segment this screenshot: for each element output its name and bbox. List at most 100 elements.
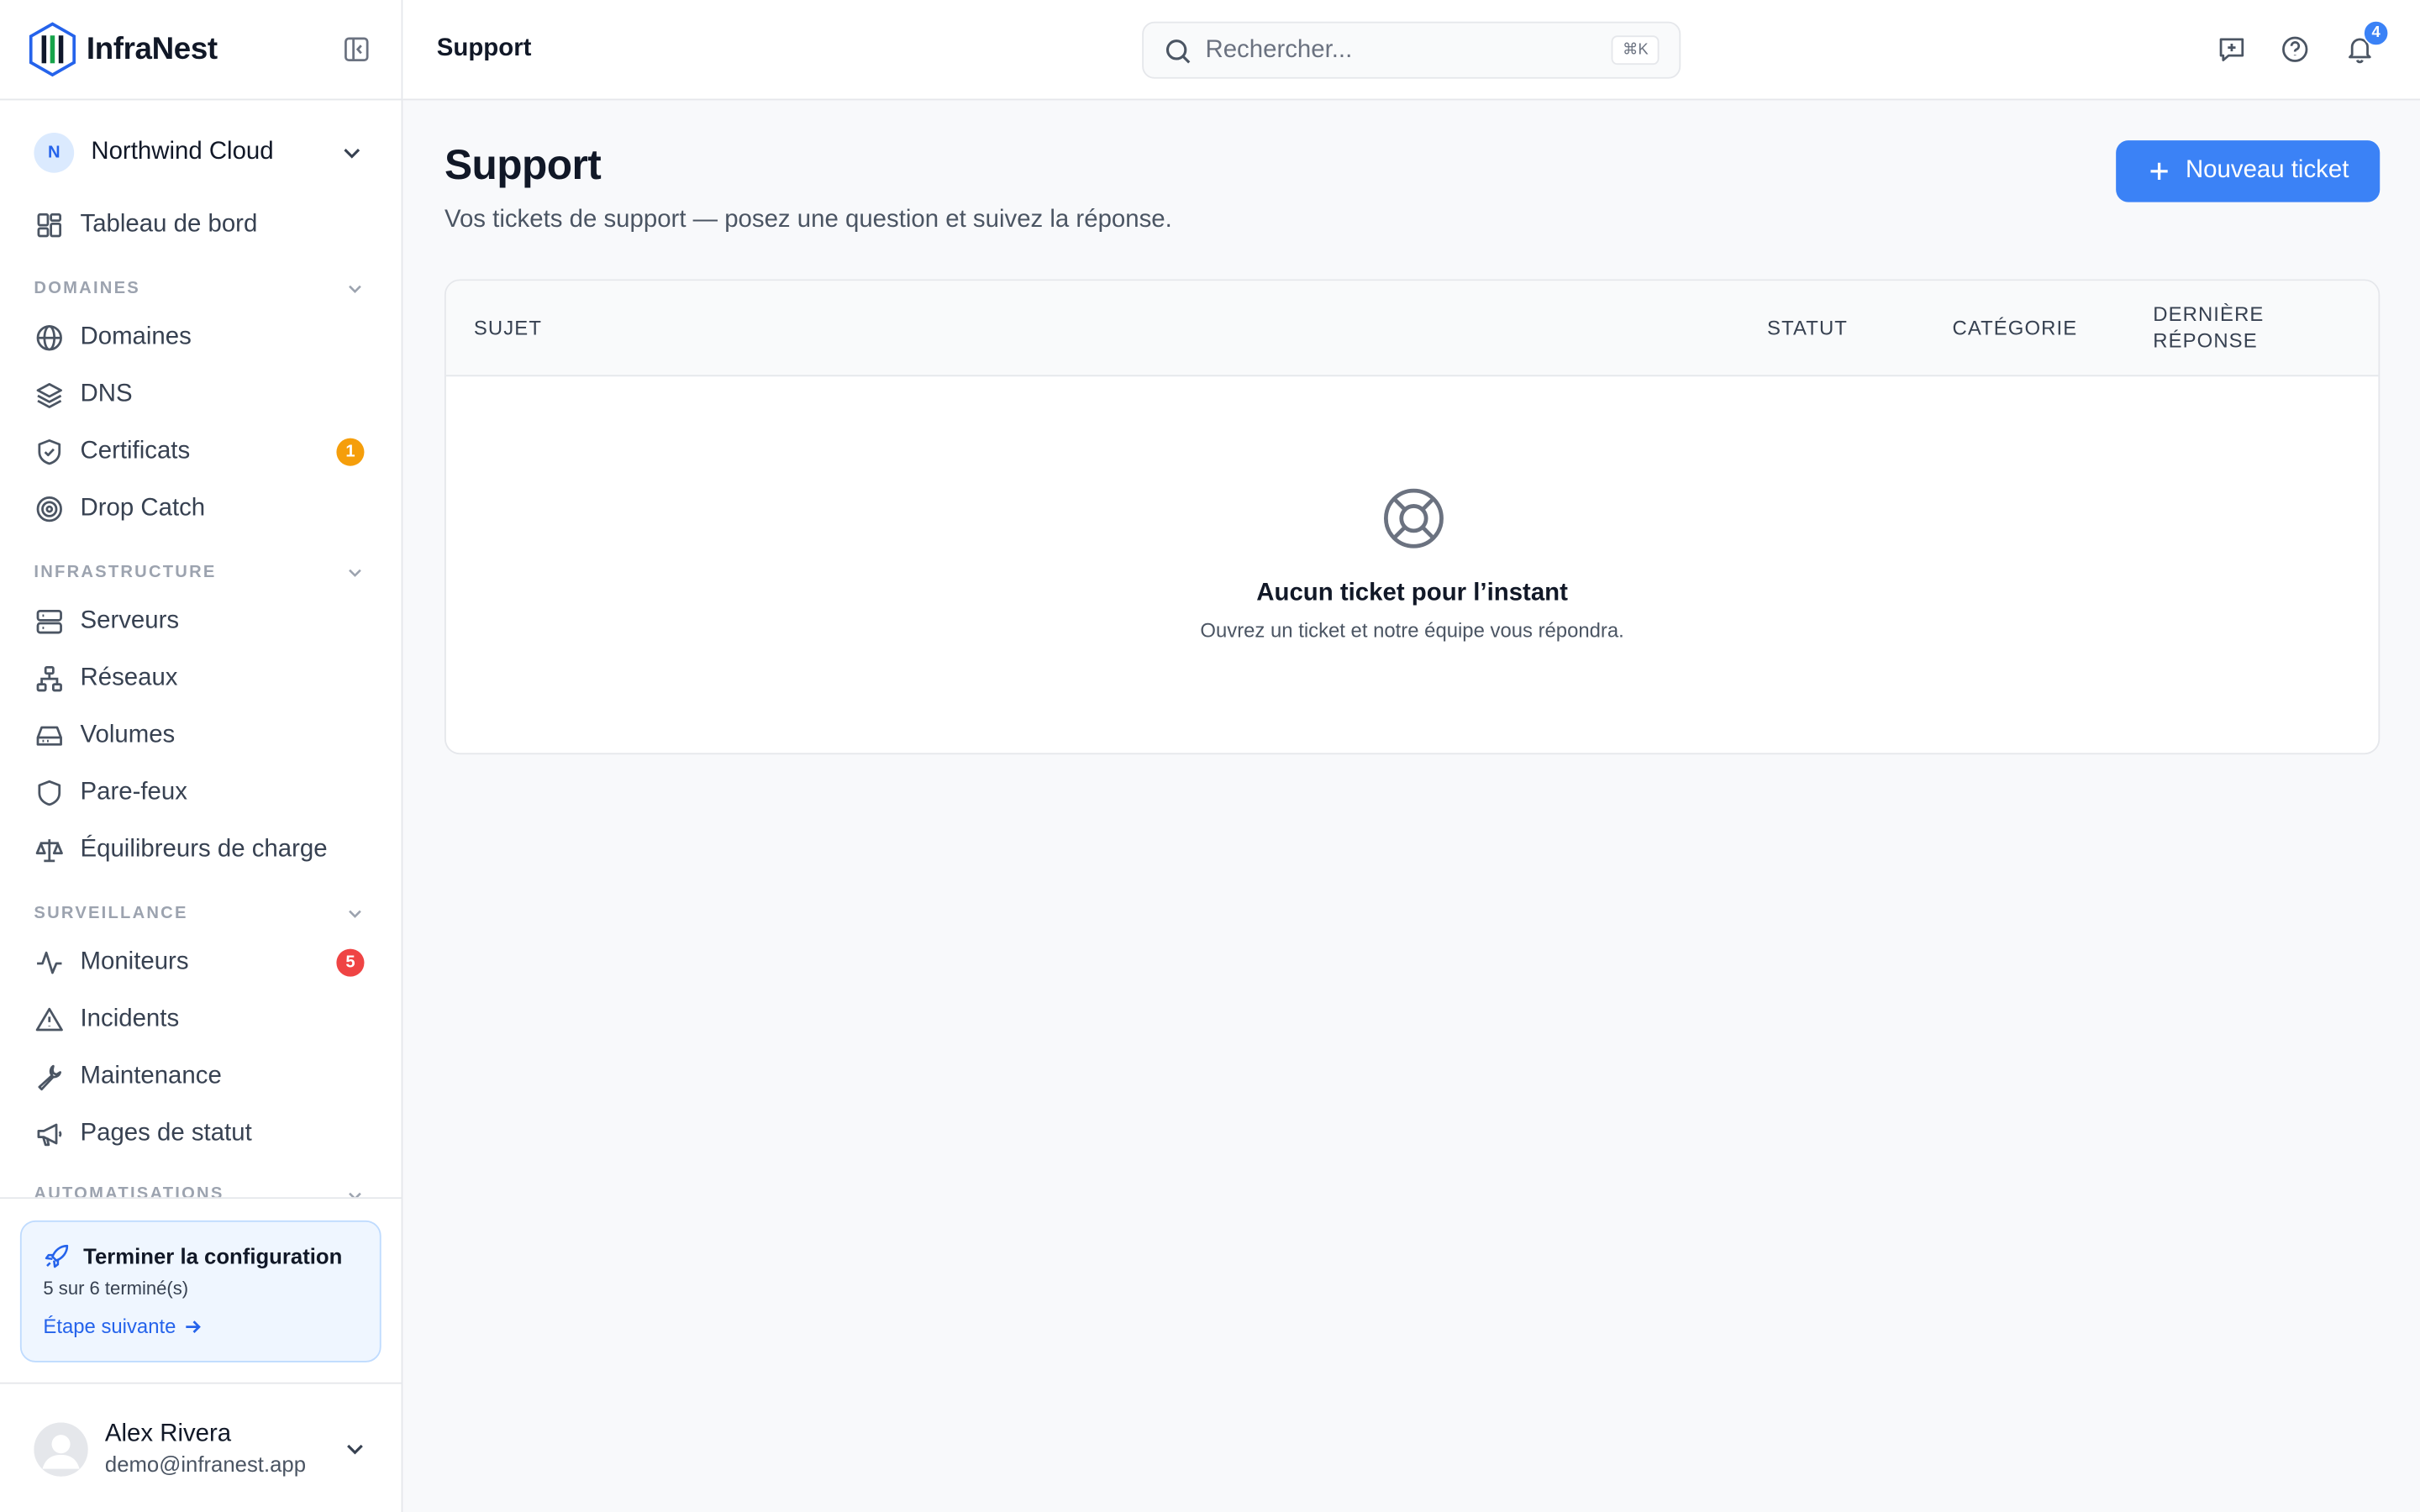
next-step-link[interactable]: Étape suivante <box>43 1314 203 1338</box>
sidebar-item-label: Certificats <box>80 438 191 465</box>
chevron-down-icon <box>349 569 361 577</box>
sidebar-item-label: Réseaux <box>80 664 178 691</box>
sidebar-item-dns[interactable]: DNS <box>34 375 367 415</box>
user-email: demo@infranest.app <box>104 1452 307 1477</box>
tickets-table: SUJET STATUT CATÉGORIE DERNIÈRE RÉPONSE … <box>444 279 2381 755</box>
server-icon <box>36 609 62 634</box>
sidebar-item-label: Équilibreurs de charge <box>80 836 328 863</box>
help-circle-icon[interactable] <box>2280 34 2311 65</box>
column-header-status[interactable]: STATUT <box>1767 315 1848 341</box>
section-domains[interactable]: DOMAINES <box>34 276 367 301</box>
hard-drive-icon <box>36 726 62 746</box>
sidebar-item-label: Drop Catch <box>80 495 206 522</box>
warning-triangle-icon <box>35 1007 63 1032</box>
sidebar-item-label: Tableau de bord <box>80 211 258 238</box>
certificates-count-badge: 1 <box>336 438 365 466</box>
sidebar-item-maintenance[interactable]: Maintenance <box>34 1057 367 1097</box>
column-header-last-reply[interactable]: DERNIÈRE RÉPONSE <box>2153 301 2264 353</box>
dashboard-grid-icon <box>37 213 62 238</box>
sidebar-item-dashboard[interactable]: Tableau de bord <box>34 205 367 245</box>
network-icon <box>36 666 62 692</box>
sidebar-item-drop-catch[interactable]: Drop Catch <box>34 489 367 529</box>
section-monitoring[interactable]: SURVEILLANCE <box>34 901 367 926</box>
sidebar-item-label: DNS <box>80 381 133 407</box>
search-input[interactable] <box>1205 34 1591 68</box>
app-name: InfraNest <box>86 31 218 66</box>
sidebar-item-servers[interactable]: Serveurs <box>34 601 367 642</box>
sidebar-item-label: Volumes <box>80 722 176 748</box>
notification-count-badge: 4 <box>2363 19 2390 47</box>
sidebar-item-load-balancers[interactable]: Équilibreurs de charge <box>34 830 367 870</box>
sidebar-item-networks[interactable]: Réseaux <box>34 659 367 699</box>
arrow-right-icon <box>186 1320 201 1333</box>
column-header-last-reply-line2: RÉPONSE <box>2153 328 2258 352</box>
new-ticket-button[interactable]: Nouveau ticket <box>2116 140 2381 202</box>
megaphone-icon <box>37 1123 62 1147</box>
section-title: SURVEILLANCE <box>34 904 188 923</box>
chevron-down-icon <box>349 910 361 918</box>
sidebar-item-monitors[interactable]: Moniteurs 5 <box>34 942 367 983</box>
shortcut-hint: ⌘K <box>1612 35 1660 66</box>
org-switcher[interactable]: N Northwind Cloud <box>34 132 373 173</box>
org-name: Northwind Cloud <box>91 139 274 165</box>
column-header-subject[interactable]: SUJET <box>474 315 542 341</box>
section-title: INFRASTRUCTURE <box>34 563 217 582</box>
section-infrastructure[interactable]: INFRASTRUCTURE <box>34 560 367 585</box>
setup-card: Terminer la configuration 5 sur 6 termin… <box>19 1220 381 1362</box>
chevron-down-icon <box>344 149 360 159</box>
sidebar-item-status-pages[interactable]: Pages de statut <box>34 1114 367 1154</box>
org-avatar: N <box>34 132 75 173</box>
user-name: Alex Rivera <box>104 1420 232 1447</box>
next-step-label: Étape suivante <box>43 1314 176 1338</box>
sidebar-item-label: Moniteurs <box>80 948 189 975</box>
sidebar-item-volumes[interactable]: Volumes <box>34 716 367 756</box>
sidebar-item-label: Maintenance <box>80 1063 222 1089</box>
sidebar-item-label: Pages de statut <box>80 1120 252 1147</box>
search-box[interactable]: ⌘K <box>1142 21 1681 79</box>
chevron-down-icon <box>349 285 361 293</box>
target-icon <box>36 496 62 522</box>
infranest-logo-icon[interactable] <box>26 22 78 77</box>
lifebuoy-icon <box>1384 488 1444 549</box>
search-icon <box>1165 39 1191 64</box>
layers-icon <box>36 382 62 408</box>
page-subtitle: Vos tickets de support — posez une quest… <box>444 207 1172 234</box>
chevron-down-icon <box>349 1192 361 1198</box>
shield-icon <box>38 780 61 806</box>
sidebar-item-certificates[interactable]: Certificats 1 <box>34 432 367 472</box>
empty-state-subtitle: Ouvrez un ticket et notre équipe vous ré… <box>1200 618 1624 643</box>
column-header-category[interactable]: CATÉGORIE <box>1952 315 2077 341</box>
sidebar-item-label: Domaines <box>80 323 192 350</box>
section-title: AUTOMATISATIONS <box>34 1184 224 1198</box>
sidebar-item-label: Serveurs <box>80 607 180 634</box>
section-title: DOMAINES <box>34 279 140 298</box>
top-header: Support ⌘K 4 <box>402 0 2420 101</box>
chevron-down-icon <box>347 1444 363 1455</box>
header-title: Support <box>436 35 532 62</box>
monitors-count-badge: 5 <box>336 948 365 977</box>
feedback-message-icon[interactable] <box>2217 34 2248 65</box>
globe-icon <box>36 325 62 351</box>
page-title: Support <box>444 141 602 189</box>
user-silhouette-icon <box>34 1422 88 1477</box>
sidebar-item-label: Incidents <box>80 1005 180 1032</box>
brand: InfraNest <box>0 0 402 101</box>
user-menu[interactable]: Alex Rivera demo@infranest.app <box>34 1420 373 1481</box>
divider <box>0 1197 402 1200</box>
table-header: SUJET STATUT CATÉGORIE DERNIÈRE RÉPONSE <box>445 281 2379 377</box>
sidebar-item-firewalls[interactable]: Pare-feux <box>34 773 367 813</box>
shield-check-icon <box>38 439 61 465</box>
column-header-last-reply-line1: DERNIÈRE <box>2153 302 2265 326</box>
sidebar-item-incidents[interactable]: Incidents <box>34 1000 367 1040</box>
wrench-icon <box>38 1064 62 1091</box>
sidebar-collapse-icon[interactable] <box>341 34 372 65</box>
scale-icon <box>35 839 63 863</box>
plus-icon <box>2150 162 2168 180</box>
new-ticket-label: Nouveau ticket <box>2185 157 2349 184</box>
section-automation[interactable]: AUTOMATISATIONS <box>34 1185 367 1198</box>
setup-progress-text: 5 sur 6 terminé(s) <box>43 1277 189 1299</box>
sidebar-item-label: Pare-feux <box>80 779 187 806</box>
rocket-icon <box>45 1244 69 1268</box>
sidebar-item-domains[interactable]: Domaines <box>34 318 367 358</box>
sidebar: InfraNest N Northwind Cloud Tableau de b… <box>0 0 403 1512</box>
